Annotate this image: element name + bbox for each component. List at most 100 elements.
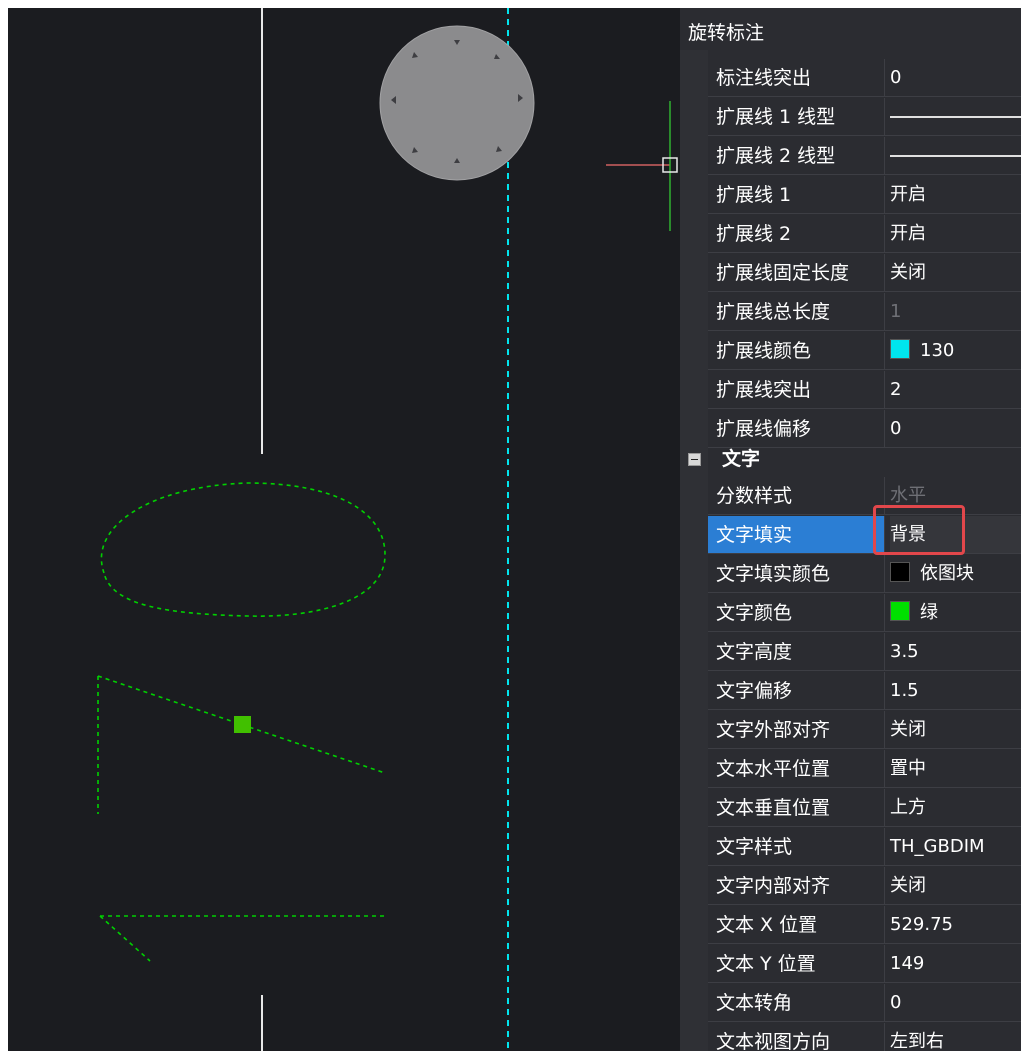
property-value[interactable]: 0 [890,410,1021,448]
property-row[interactable]: 文字样式 TH_GBDIM [708,828,1021,866]
property-row[interactable]: 文本水平位置 置中 [708,750,1021,788]
property-value[interactable]: 1 [890,293,1021,331]
column-divider [884,176,885,214]
property-value-text: 3.5 [890,641,919,662]
row-divider [708,514,1021,515]
row-divider [708,1021,1021,1022]
property-row[interactable]: 文字填实 背景 [708,516,1021,554]
property-row[interactable]: 扩展线突出 2 [708,371,1021,409]
property-value[interactable]: 2 [890,371,1021,409]
property-value[interactable]: 3.5 [890,633,1021,671]
column-divider [884,1023,885,1051]
property-value[interactable] [890,98,1021,136]
property-name: 扩展线固定长度 [716,262,850,284]
row-divider [708,943,1021,944]
property-value[interactable] [890,137,1021,175]
row-divider [708,592,1021,593]
property-row[interactable]: 扩展线固定长度 关闭 [708,254,1021,292]
dashed-ellipse [100,482,386,617]
column-divider [884,672,885,710]
property-name: 文本垂直位置 [716,797,831,819]
property-row[interactable]: 文本视图方向 左到右 [708,1023,1021,1051]
property-name: 文字填实 [708,516,884,554]
property-row[interactable]: 扩展线总长度 1 [708,293,1021,331]
row-divider [708,369,1021,370]
property-value-text: 0 [890,67,902,88]
drawing-svg[interactable] [8,8,680,1051]
property-value-text: 130 [920,340,955,361]
property-value[interactable]: 置中 [890,750,1021,788]
property-value[interactable]: 关闭 [890,867,1021,905]
column-divider [884,137,885,175]
row-divider [708,447,1021,448]
property-value[interactable]: TH_GBDIM [890,828,1021,866]
panel-title: 旋转标注 [680,16,1021,51]
property-row[interactable]: 文本 Y 位置 149 [708,945,1021,983]
navigation-wheel-icon[interactable] [379,25,535,181]
property-row[interactable]: 文字偏移 1.5 [708,672,1021,710]
property-value[interactable]: 开启 [890,215,1021,253]
property-value[interactable]: 149 [890,945,1021,983]
property-value[interactable]: 依图块 [890,555,1021,593]
property-row[interactable]: 文本 X 位置 529.75 [708,906,1021,944]
row-divider [708,252,1021,253]
property-row[interactable]: 扩展线 2 线型 [708,137,1021,175]
collapse-icon[interactable] [688,453,701,466]
property-value-text: 绿 [920,602,938,623]
property-value[interactable]: 0 [890,59,1021,97]
property-row[interactable]: 文字高度 3.5 [708,633,1021,671]
property-value-text: 置中 [890,758,926,779]
property-value[interactable]: 关闭 [890,711,1021,749]
cad-window: 旋转标注 文字 标注线突出 0 扩展线 1 线型 扩展线 2 线型 扩展线 1 开启 扩展线… [8,8,1021,1051]
property-row[interactable]: 扩展线 2 开启 [708,215,1021,253]
property-value-text: 149 [890,953,925,974]
column-divider [884,254,885,292]
column-divider [884,867,885,905]
property-value[interactable]: 上方 [890,789,1021,827]
row-divider [708,408,1021,409]
green-grip-icon[interactable] [234,716,251,733]
property-row[interactable]: 文字颜色 绿 [708,594,1021,632]
property-row[interactable]: 文字填实颜色 依图块 [708,555,1021,593]
linetype-sample [890,116,1021,118]
property-value-text: 水平 [890,485,926,506]
column-divider [884,98,885,136]
property-name: 文字高度 [716,641,793,663]
property-row[interactable]: 文字外部对齐 关闭 [708,711,1021,749]
linetype-sample [890,155,1021,157]
column-divider [884,828,885,866]
property-row[interactable]: 文字内部对齐 关闭 [708,867,1021,905]
property-value[interactable]: 关闭 [890,254,1021,292]
property-row[interactable]: 文本垂直位置 上方 [708,789,1021,827]
property-value[interactable]: 529.75 [890,906,1021,944]
column-divider [884,789,885,827]
property-value[interactable]: 左到右 [890,1023,1021,1051]
property-name: 文字外部对齐 [716,719,831,741]
property-value-text: 2 [890,379,902,400]
column-divider [884,410,885,448]
property-value-text: 开启 [890,223,926,244]
property-row[interactable]: 扩展线偏移 0 [708,410,1021,448]
property-name: 标注线突出 [716,67,812,89]
row-divider [708,631,1021,632]
property-row[interactable]: 扩展线颜色 130 [708,332,1021,370]
property-row[interactable]: 扩展线 1 线型 [708,98,1021,136]
color-swatch [890,339,910,359]
column-divider [884,906,885,944]
row-divider [708,291,1021,292]
property-value[interactable]: 开启 [890,176,1021,214]
property-value-text: 依图块 [920,563,974,584]
property-value[interactable]: 0 [890,984,1021,1022]
highlight-box [873,505,965,555]
row-divider [708,213,1021,214]
property-value[interactable]: 1.5 [890,672,1021,710]
property-value[interactable]: 绿 [890,594,1021,632]
property-name: 扩展线突出 [716,379,812,401]
property-row[interactable]: 分数样式 水平 [708,477,1021,515]
property-value[interactable]: 130 [890,332,1021,370]
property-row[interactable]: 文本转角 0 [708,984,1021,1022]
drawing-canvas[interactable] [8,8,680,1051]
column-divider [884,59,885,97]
property-row[interactable]: 扩展线 1 开启 [708,176,1021,214]
property-row[interactable]: 标注线突出 0 [708,59,1021,97]
